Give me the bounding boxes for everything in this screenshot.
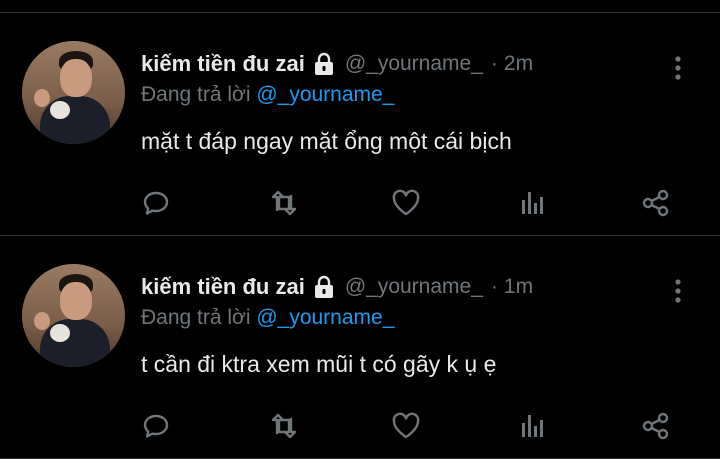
separator: · (490, 52, 498, 75)
avatar[interactable] (22, 264, 125, 367)
tweet-text: t cần đi ktra xem mũi t có gãy k ụ ẹ (141, 351, 497, 377)
share-button[interactable] (638, 185, 674, 221)
reply-button[interactable] (138, 408, 174, 444)
display-name[interactable]: kiếm tiền đu zai (141, 51, 305, 77)
replying-to: Đang trả lời @_yourname_ (141, 83, 394, 107)
like-button[interactable] (388, 408, 424, 444)
stats-icon (522, 192, 543, 214)
lock-icon (313, 275, 335, 299)
like-button[interactable] (388, 185, 424, 221)
handle[interactable]: @_yourname_ (345, 275, 483, 299)
tweet[interactable]: kiếm tiền đu zai @_yourname_ · 1m Đang t… (0, 236, 720, 459)
reply-to-handle[interactable]: @_yourname_ (256, 83, 394, 106)
more-vertical-icon[interactable] (668, 55, 688, 81)
heart-icon (392, 189, 420, 216)
tweet-text: mặt t đáp ngay mặt ổng một cái bịch (141, 128, 512, 154)
reply-prefix: Đang trả lời (141, 83, 251, 106)
share-icon (642, 412, 669, 440)
retweet-icon (271, 413, 297, 439)
tweet-header: kiếm tiền đu zai @_yourname_ · 2m (141, 49, 533, 79)
tweet-actions (0, 408, 720, 444)
heart-icon (392, 412, 420, 439)
retweet-button[interactable] (266, 408, 302, 444)
stats-icon (522, 415, 543, 437)
retweet-button[interactable] (266, 185, 302, 221)
share-button[interactable] (638, 408, 674, 444)
reply-button[interactable] (138, 185, 174, 221)
lock-icon (313, 52, 335, 76)
handle[interactable]: @_yourname_ (345, 52, 483, 76)
tweet-actions (0, 185, 720, 221)
retweet-icon (271, 190, 297, 216)
share-icon (642, 189, 669, 217)
reply-icon (143, 191, 169, 215)
stats-button[interactable] (514, 408, 550, 444)
separator: · (490, 275, 498, 298)
replying-to: Đang trả lời @_yourname_ (141, 306, 394, 330)
timestamp[interactable]: 1m (504, 275, 533, 299)
tweet[interactable]: kiếm tiền đu zai @_yourname_ · 2m Đang t… (0, 13, 720, 236)
reply-prefix: Đang trả lời (141, 306, 251, 329)
tweet-header: kiếm tiền đu zai @_yourname_ · 1m (141, 272, 533, 302)
stats-button[interactable] (514, 185, 550, 221)
avatar[interactable] (22, 41, 125, 144)
timestamp[interactable]: 2m (504, 52, 533, 76)
reply-to-handle[interactable]: @_yourname_ (256, 306, 394, 329)
display-name[interactable]: kiếm tiền đu zai (141, 274, 305, 300)
more-vertical-icon[interactable] (668, 278, 688, 304)
reply-icon (143, 414, 169, 438)
